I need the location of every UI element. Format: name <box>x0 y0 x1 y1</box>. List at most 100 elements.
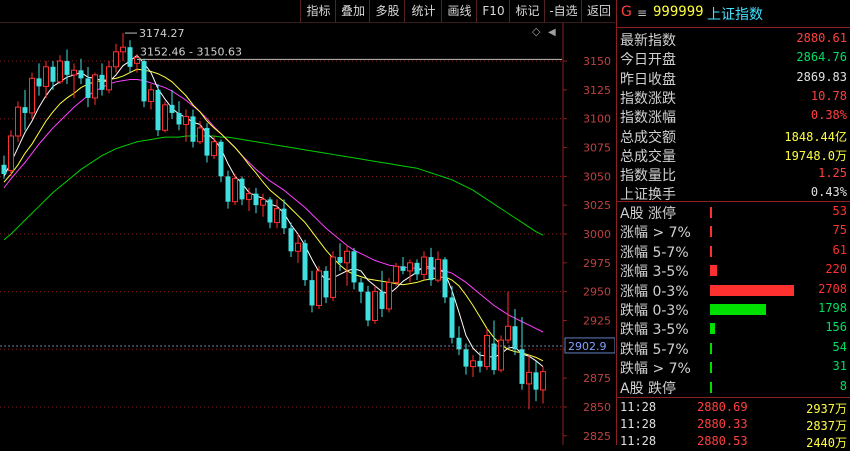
ma5-line <box>3 54 544 367</box>
breadth-row: 跌幅 > 7% 31 <box>617 358 850 377</box>
candle-body <box>148 89 154 102</box>
candle-body <box>8 135 14 172</box>
candle-body <box>64 61 70 75</box>
candle-body <box>449 297 455 338</box>
candle-body <box>386 281 392 310</box>
y-tick-label: 3000 <box>583 228 611 241</box>
quote-label: 指数涨跌 <box>620 90 676 107</box>
candle-body <box>407 262 413 272</box>
breadth-row: A股 涨停 53 <box>617 203 850 222</box>
quote-value: 19748.0万 <box>784 148 847 163</box>
g-icon[interactable]: G <box>621 4 632 20</box>
divider <box>617 27 850 28</box>
tick-price: 2880.69 <box>697 400 748 414</box>
candle-body <box>232 178 238 203</box>
diamond-icon[interactable]: ◇ <box>532 25 541 38</box>
candle-body <box>414 262 420 275</box>
toolbar-button-5[interactable]: F10 <box>476 0 510 22</box>
tick-time: 11:28 <box>620 400 657 414</box>
candle-body <box>204 127 210 156</box>
toolbar-button-8[interactable]: 返回 <box>581 0 616 22</box>
toolbar-button-6[interactable]: 标记 <box>509 0 545 22</box>
tick-volume: 2937万 <box>806 402 847 416</box>
candle-body <box>533 372 539 390</box>
y-tick-label: 3100 <box>583 113 611 126</box>
candle-body <box>134 57 140 64</box>
quote-row: 指数涨幅 0.38% <box>617 107 850 126</box>
collapse-icon[interactable]: ◀ <box>548 27 556 38</box>
candlestick-chart[interactable]: 3150 3125 3100 3075 3050 3025 3000 2975 2950 2925… <box>0 23 616 445</box>
candle-body <box>92 74 98 99</box>
candle-body <box>71 69 77 76</box>
toolbar-button-0[interactable]: 指标 <box>300 0 336 22</box>
quote-value: 1848.44亿 <box>784 129 847 144</box>
candle-body <box>36 78 42 87</box>
toolbar-button-1[interactable]: 叠加 <box>335 0 370 22</box>
breadth-value: 2708 <box>818 281 847 296</box>
candle-body <box>162 104 168 131</box>
candle-body <box>442 259 448 298</box>
breadth-row: 跌幅 3-5% 156 <box>617 319 850 338</box>
quote-row: 今日开盘 2864.76 <box>617 49 850 68</box>
quote-header: G ≡ 999999 上证指数 <box>617 0 850 26</box>
candle-body <box>526 371 532 385</box>
quote-value: 10.78 <box>810 88 847 103</box>
quote-value: 2880.61 <box>796 31 847 45</box>
toolbar-button-4[interactable]: 画线 <box>441 0 477 22</box>
quote-row: 总成交额 1848.44亿 <box>617 127 850 146</box>
candle-body <box>505 325 511 341</box>
tick-row: 11:28 2880.33 2837万 <box>617 416 850 434</box>
candle-body <box>330 256 336 298</box>
ma10-line <box>3 68 544 362</box>
ma60-line <box>3 135 544 241</box>
quote-label: 总成交量 <box>620 148 676 165</box>
breadth-bar <box>710 323 715 335</box>
divider <box>617 201 850 202</box>
y-tick-label: 2850 <box>583 401 611 414</box>
toolbar-button-7[interactable]: -自选 <box>544 0 582 22</box>
breadth-label: 涨幅 0-3% <box>620 283 689 300</box>
breadth-label: 跌幅 > 7% <box>620 361 691 378</box>
quote-label: 昨日收盘 <box>620 71 676 88</box>
breadth-value: 156 <box>825 320 847 335</box>
tick-row: 11:28 2880.69 2937万 <box>617 399 850 417</box>
menu-icon[interactable]: ≡ <box>637 6 647 20</box>
stock-name: 上证指数 <box>707 7 763 23</box>
quote-value: 2864.76 <box>796 50 847 65</box>
candle-body <box>337 257 343 263</box>
candle-body <box>246 193 252 200</box>
quote-label: 指数涨幅 <box>620 110 676 127</box>
toolbar: 指标 叠加 多股 统计 画线 F10 标记 -自选 返回 <box>0 0 615 23</box>
candle-body <box>183 115 189 125</box>
chart-canvas[interactable]: 3150 3125 3100 3075 3050 3025 3000 2975 2950 2925… <box>0 23 616 445</box>
candle-body <box>491 343 497 371</box>
candle-body <box>29 77 35 114</box>
toolbar-button-2[interactable]: 多股 <box>369 0 405 22</box>
candle-body <box>484 334 490 368</box>
candle-body <box>141 61 147 102</box>
candle-body <box>218 141 224 177</box>
quote-row: 最新指数 2880.61 <box>617 30 850 49</box>
candle-body <box>78 70 84 79</box>
candle-body <box>127 47 133 67</box>
y-tick-label: 3150 <box>583 55 611 68</box>
candle-body <box>169 104 175 113</box>
quote-label: 总成交额 <box>620 129 676 146</box>
y-tick-label: 2950 <box>583 286 611 299</box>
candle-body <box>470 360 476 368</box>
quote-row: 昨日收盘 2869.83 <box>617 69 850 88</box>
candle-body <box>498 339 504 371</box>
candle-body <box>477 360 483 367</box>
candle-body <box>344 250 350 264</box>
candle-body <box>176 112 182 125</box>
y-tick-label: 3050 <box>583 170 611 183</box>
quote-value: 1.25 <box>818 166 847 181</box>
candle-body <box>323 270 329 298</box>
candle-body <box>435 258 441 281</box>
breadth-bar <box>710 245 712 257</box>
toolbar-button-3[interactable]: 统计 <box>404 0 442 22</box>
y-tick-label: 3025 <box>583 199 611 212</box>
breadth-row: 涨幅 > 7% 75 <box>617 222 850 241</box>
breadth-bar <box>710 304 766 315</box>
quote-label: 今日开盘 <box>620 52 676 69</box>
